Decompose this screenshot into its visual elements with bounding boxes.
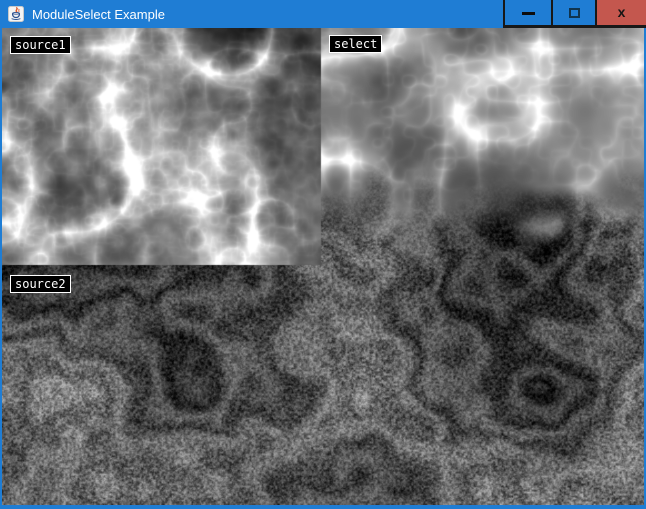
render-area: source1 select source2 <box>0 28 646 509</box>
window-title: ModuleSelect Example <box>32 7 503 22</box>
app-window: ModuleSelect Example x source1 select so… <box>0 0 646 509</box>
titlebar[interactable]: ModuleSelect Example x <box>0 0 646 28</box>
minimize-button[interactable] <box>503 0 551 28</box>
close-button[interactable]: x <box>595 0 646 28</box>
label-select: select <box>329 35 382 53</box>
java-coffee-cup-icon <box>8 6 24 22</box>
label-source2: source2 <box>10 275 71 293</box>
label-source1: source1 <box>10 36 71 54</box>
close-icon: x <box>618 5 626 19</box>
minimize-icon <box>522 12 535 15</box>
maximize-icon <box>569 8 580 18</box>
maximize-button[interactable] <box>551 0 595 28</box>
noise-render-canvas <box>2 28 644 505</box>
window-controls: x <box>503 0 646 28</box>
